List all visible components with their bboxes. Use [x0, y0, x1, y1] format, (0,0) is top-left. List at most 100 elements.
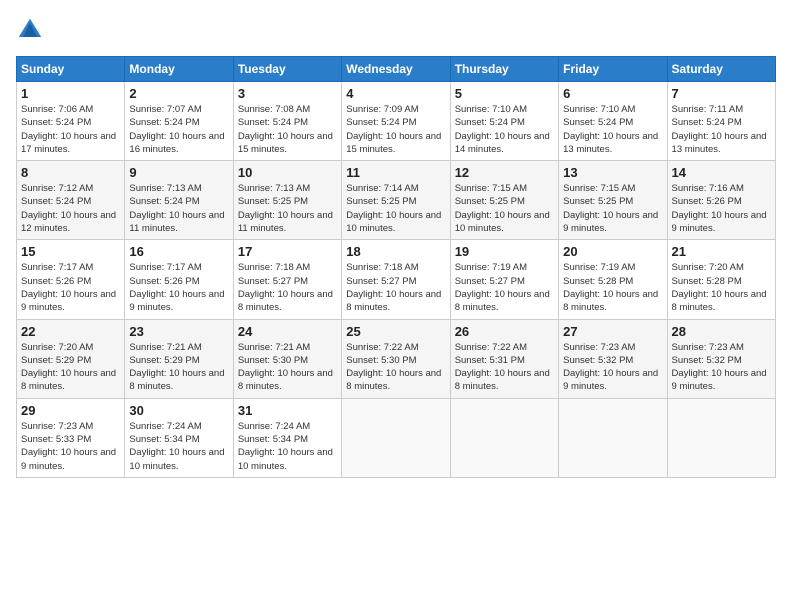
weekday-header-sunday: Sunday: [17, 57, 125, 82]
day-number: 11: [346, 165, 445, 180]
day-info: Sunrise: 7:24 AMSunset: 5:34 PMDaylight:…: [238, 420, 337, 473]
day-number: 13: [563, 165, 662, 180]
day-number: 20: [563, 244, 662, 259]
day-info: Sunrise: 7:15 AMSunset: 5:25 PMDaylight:…: [455, 182, 554, 235]
day-number: 15: [21, 244, 120, 259]
calendar-cell: 9 Sunrise: 7:13 AMSunset: 5:24 PMDaylight…: [125, 161, 233, 240]
day-info: Sunrise: 7:10 AMSunset: 5:24 PMDaylight:…: [455, 103, 554, 156]
calendar-cell: 16 Sunrise: 7:17 AMSunset: 5:26 PMDayligh…: [125, 240, 233, 319]
calendar-table: SundayMondayTuesdayWednesdayThursdayFrid…: [16, 56, 776, 478]
weekday-header-monday: Monday: [125, 57, 233, 82]
calendar-cell: 24 Sunrise: 7:21 AMSunset: 5:30 PMDayligh…: [233, 319, 341, 398]
calendar-cell: 7 Sunrise: 7:11 AMSunset: 5:24 PMDaylight…: [667, 82, 775, 161]
day-number: 7: [672, 86, 771, 101]
day-info: Sunrise: 7:19 AMSunset: 5:27 PMDaylight:…: [455, 261, 554, 314]
day-info: Sunrise: 7:22 AMSunset: 5:31 PMDaylight:…: [455, 341, 554, 394]
day-info: Sunrise: 7:13 AMSunset: 5:25 PMDaylight:…: [238, 182, 337, 235]
day-info: Sunrise: 7:20 AMSunset: 5:28 PMDaylight:…: [672, 261, 771, 314]
day-number: 26: [455, 324, 554, 339]
day-number: 12: [455, 165, 554, 180]
day-number: 25: [346, 324, 445, 339]
day-info: Sunrise: 7:22 AMSunset: 5:30 PMDaylight:…: [346, 341, 445, 394]
day-number: 19: [455, 244, 554, 259]
day-info: Sunrise: 7:21 AMSunset: 5:30 PMDaylight:…: [238, 341, 337, 394]
calendar-cell: 15 Sunrise: 7:17 AMSunset: 5:26 PMDayligh…: [17, 240, 125, 319]
weekday-header-friday: Friday: [559, 57, 667, 82]
day-number: 14: [672, 165, 771, 180]
calendar-cell: 29Sunrise: 7:23 AMSunset: 5:33 PMDayligh…: [17, 398, 125, 477]
day-number: 27: [563, 324, 662, 339]
calendar-cell: 10 Sunrise: 7:13 AMSunset: 5:25 PMDayligh…: [233, 161, 341, 240]
day-info: Sunrise: 7:11 AMSunset: 5:24 PMDaylight:…: [672, 103, 771, 156]
day-info: Sunrise: 7:18 AMSunset: 5:27 PMDaylight:…: [346, 261, 445, 314]
calendar-cell: [342, 398, 450, 477]
calendar-cell: 3 Sunrise: 7:08 AMSunset: 5:24 PMDaylight…: [233, 82, 341, 161]
calendar-cell: 4 Sunrise: 7:09 AMSunset: 5:24 PMDaylight…: [342, 82, 450, 161]
page-header: [16, 16, 776, 44]
day-number: 9: [129, 165, 228, 180]
day-number: 28: [672, 324, 771, 339]
calendar-cell: [559, 398, 667, 477]
calendar-cell: 6 Sunrise: 7:10 AMSunset: 5:24 PMDaylight…: [559, 82, 667, 161]
day-info: Sunrise: 7:13 AMSunset: 5:24 PMDaylight:…: [129, 182, 228, 235]
day-info: Sunrise: 7:10 AMSunset: 5:24 PMDaylight:…: [563, 103, 662, 156]
calendar-cell: 1Sunrise: 7:06 AMSunset: 5:24 PMDaylight…: [17, 82, 125, 161]
calendar-cell: 11 Sunrise: 7:14 AMSunset: 5:25 PMDayligh…: [342, 161, 450, 240]
day-info: Sunrise: 7:08 AMSunset: 5:24 PMDaylight:…: [238, 103, 337, 156]
day-info: Sunrise: 7:15 AMSunset: 5:25 PMDaylight:…: [563, 182, 662, 235]
weekday-header-wednesday: Wednesday: [342, 57, 450, 82]
day-number: 3: [238, 86, 337, 101]
day-number: 24: [238, 324, 337, 339]
day-number: 30: [129, 403, 228, 418]
calendar-cell: 13 Sunrise: 7:15 AMSunset: 5:25 PMDayligh…: [559, 161, 667, 240]
calendar-cell: 23Sunrise: 7:21 AMSunset: 5:29 PMDayligh…: [125, 319, 233, 398]
calendar-cell: 8 Sunrise: 7:12 AMSunset: 5:24 PMDaylight…: [17, 161, 125, 240]
day-number: 8: [21, 165, 120, 180]
calendar-cell: 22 Sunrise: 7:20 AMSunset: 5:29 PMDayligh…: [17, 319, 125, 398]
logo: [16, 16, 48, 44]
day-info: Sunrise: 7:14 AMSunset: 5:25 PMDaylight:…: [346, 182, 445, 235]
day-number: 5: [455, 86, 554, 101]
day-number: 17: [238, 244, 337, 259]
day-info: Sunrise: 7:17 AMSunset: 5:26 PMDaylight:…: [129, 261, 228, 314]
day-number: 21: [672, 244, 771, 259]
day-info: Sunrise: 7:18 AMSunset: 5:27 PMDaylight:…: [238, 261, 337, 314]
day-info: Sunrise: 7:17 AMSunset: 5:26 PMDaylight:…: [21, 261, 120, 314]
day-info: Sunrise: 7:12 AMSunset: 5:24 PMDaylight:…: [21, 182, 120, 235]
day-info: Sunrise: 7:09 AMSunset: 5:24 PMDaylight:…: [346, 103, 445, 156]
logo-icon: [16, 16, 44, 44]
calendar-cell: 25 Sunrise: 7:22 AMSunset: 5:30 PMDayligh…: [342, 319, 450, 398]
day-number: 18: [346, 244, 445, 259]
calendar-cell: 14 Sunrise: 7:16 AMSunset: 5:26 PMDayligh…: [667, 161, 775, 240]
calendar-cell: [450, 398, 558, 477]
day-number: 16: [129, 244, 228, 259]
calendar-cell: 18 Sunrise: 7:18 AMSunset: 5:27 PMDayligh…: [342, 240, 450, 319]
calendar-cell: 30 Sunrise: 7:24 AMSunset: 5:34 PMDayligh…: [125, 398, 233, 477]
day-number: 2: [129, 86, 228, 101]
day-info: Sunrise: 7:16 AMSunset: 5:26 PMDaylight:…: [672, 182, 771, 235]
calendar-cell: 31Sunrise: 7:24 AMSunset: 5:34 PMDayligh…: [233, 398, 341, 477]
day-number: 6: [563, 86, 662, 101]
calendar-cell: 28 Sunrise: 7:23 AMSunset: 5:32 PMDayligh…: [667, 319, 775, 398]
day-number: 22: [21, 324, 120, 339]
calendar-cell: 20Sunrise: 7:19 AMSunset: 5:28 PMDayligh…: [559, 240, 667, 319]
day-number: 23: [129, 324, 228, 339]
day-number: 29: [21, 403, 120, 418]
day-number: 1: [21, 86, 120, 101]
calendar-cell: 27 Sunrise: 7:23 AMSunset: 5:32 PMDayligh…: [559, 319, 667, 398]
calendar-cell: [667, 398, 775, 477]
day-info: Sunrise: 7:20 AMSunset: 5:29 PMDaylight:…: [21, 341, 120, 394]
calendar-cell: 21 Sunrise: 7:20 AMSunset: 5:28 PMDayligh…: [667, 240, 775, 319]
day-number: 10: [238, 165, 337, 180]
day-info: Sunrise: 7:24 AMSunset: 5:34 PMDaylight:…: [129, 420, 228, 473]
calendar-cell: 2Sunrise: 7:07 AMSunset: 5:24 PMDaylight…: [125, 82, 233, 161]
calendar-cell: 17 Sunrise: 7:18 AMSunset: 5:27 PMDayligh…: [233, 240, 341, 319]
day-info: Sunrise: 7:23 AMSunset: 5:32 PMDaylight:…: [563, 341, 662, 394]
calendar-cell: 26 Sunrise: 7:22 AMSunset: 5:31 PMDayligh…: [450, 319, 558, 398]
weekday-header-saturday: Saturday: [667, 57, 775, 82]
calendar-cell: 19 Sunrise: 7:19 AMSunset: 5:27 PMDayligh…: [450, 240, 558, 319]
day-info: Sunrise: 7:23 AMSunset: 5:32 PMDaylight:…: [672, 341, 771, 394]
weekday-header-thursday: Thursday: [450, 57, 558, 82]
day-number: 4: [346, 86, 445, 101]
weekday-header-tuesday: Tuesday: [233, 57, 341, 82]
